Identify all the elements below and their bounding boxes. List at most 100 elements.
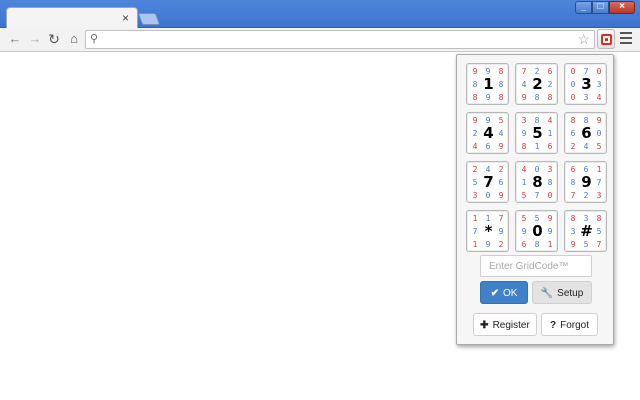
cell-small-digit: 1 [472,240,478,249]
cell-small-digit: 9 [521,227,527,236]
cell-small-digit: 5 [583,240,589,249]
cell-small-digit: 4 [521,165,527,174]
cell-small-digit: 8 [472,80,478,89]
cell-small-digit: 7 [596,178,602,187]
star-icon[interactable]: ☆ [577,31,590,48]
forgot-button[interactable]: ? Forgot [541,313,598,336]
cell-small-digit: 2 [472,165,478,174]
cell-key-digit: 9 [581,173,592,191]
cell-small-digit: 4 [521,80,527,89]
cell-small-digit: 0 [570,80,576,89]
question-icon: ? [549,320,557,331]
cell-small-digit: 6 [498,178,504,187]
cell-small-digit: 3 [570,227,576,236]
cell-key-digit: 4 [483,124,494,142]
cell-small-digit: 4 [583,142,589,151]
cell-small-digit: 8 [498,67,504,76]
cell-small-digit: 0 [547,191,553,200]
reload-icon[interactable]: ↻ [46,31,62,47]
cell-key-digit: 8 [532,173,543,191]
browser-tab[interactable]: × [6,7,138,29]
cell-small-digit: 6 [570,165,576,174]
cell-small-digit: 6 [485,142,491,151]
cell-small-digit: 8 [596,214,602,223]
cell-small-digit: 8 [547,178,553,187]
cell-small-digit: 8 [570,214,576,223]
keypad-cell[interactable]: 998888981 [466,63,509,105]
cell-small-digit: 1 [521,178,527,187]
tab-close-icon[interactable]: × [122,11,129,25]
setup-label: Setup [557,288,584,299]
cell-small-digit: 9 [547,214,553,223]
cell-key-digit: 3 [581,75,592,93]
menu-icon[interactable] [620,32,632,46]
cell-small-digit: 9 [498,142,504,151]
keypad-cell[interactable]: 661877239 [564,161,607,203]
cell-small-digit: 3 [583,93,589,102]
cell-small-digit: 8 [534,240,540,249]
cell-key-digit: 1 [483,75,494,93]
back-icon[interactable]: ← [7,31,23,47]
title-bar: × _ □ × [0,0,640,29]
cell-small-digit: 1 [596,165,602,174]
keypad-cell[interactable]: 384918165 [515,112,558,154]
cell-small-digit: 2 [547,80,553,89]
keypad-cell[interactable]: 726429882 [515,63,558,105]
cell-small-digit: 2 [570,142,576,151]
cell-small-digit: 9 [570,240,576,249]
cell-small-digit: 7 [596,240,602,249]
keypad-cell[interactable]: 1 1 7 7 9 1 9 2 * [466,210,509,252]
new-tab-button[interactable] [137,13,161,25]
ok-label: OK [502,288,518,299]
cell-small-digit: 5 [596,142,602,151]
cell-small-digit: 8 [472,93,478,102]
keypad-cell[interactable]: 889602456 [564,112,607,154]
cell-small-digit: 7 [570,191,576,200]
cell-small-digit: 9 [596,116,602,125]
cell-key-digit: # [580,222,593,240]
cell-small-digit: 6 [547,142,553,151]
close-window-button[interactable]: × [609,1,635,14]
cell-key-digit: 7 [483,173,494,191]
cell-small-digit: 5 [521,214,527,223]
register-button[interactable]: ✚ Register [473,313,537,336]
cell-small-digit: 8 [570,178,576,187]
cell-small-digit: 5 [596,227,602,236]
cell-small-digit: 5 [472,178,478,187]
cell-small-digit: 7 [534,191,540,200]
cell-small-digit: 4 [498,129,504,138]
cell-small-digit: 0 [596,67,602,76]
cell-small-digit: 2 [498,165,504,174]
cell-small-digit: 0 [570,93,576,102]
minimize-button[interactable]: _ [575,1,592,14]
cell-small-digit: 9 [498,191,504,200]
check-icon: ✔ [490,288,499,299]
keypad-cell[interactable]: 995244694 [466,112,509,154]
keypad-cell[interactable]: 070030343 [564,63,607,105]
cell-small-digit: 9 [472,116,478,125]
cell-small-digit: 2 [472,129,478,138]
keypad-cell[interactable]: 8 3 8 3 5 9 5 7 # [564,210,607,252]
forgot-label: Forgot [560,320,589,331]
keypad-cell[interactable]: 403185708 [515,161,558,203]
cell-small-digit: 9 [485,93,491,102]
gridcode-input[interactable] [480,255,592,277]
ok-button[interactable]: ✔ OK [480,281,528,304]
keypad-cell[interactable]: 242563097 [466,161,509,203]
cell-small-digit: 1 [547,129,553,138]
cell-small-digit: 5 [521,191,527,200]
cell-small-digit: 3 [472,191,478,200]
home-icon[interactable]: ⌂ [66,31,82,47]
extension-button[interactable] [597,29,615,49]
cell-small-digit: 9 [485,240,491,249]
cell-small-digit: 4 [596,93,602,102]
cell-small-digit: 7 [472,227,478,236]
cell-small-digit: 3 [521,116,527,125]
maximize-button[interactable]: □ [592,1,609,14]
setup-button[interactable]: 🔧 Setup [532,281,592,304]
cell-small-digit: 0 [485,191,491,200]
forward-icon[interactable]: → [27,31,43,47]
cell-small-digit: 4 [547,116,553,125]
address-bar[interactable]: ⚲ ☆ [85,30,595,49]
keypad-cell[interactable]: 559996810 [515,210,558,252]
